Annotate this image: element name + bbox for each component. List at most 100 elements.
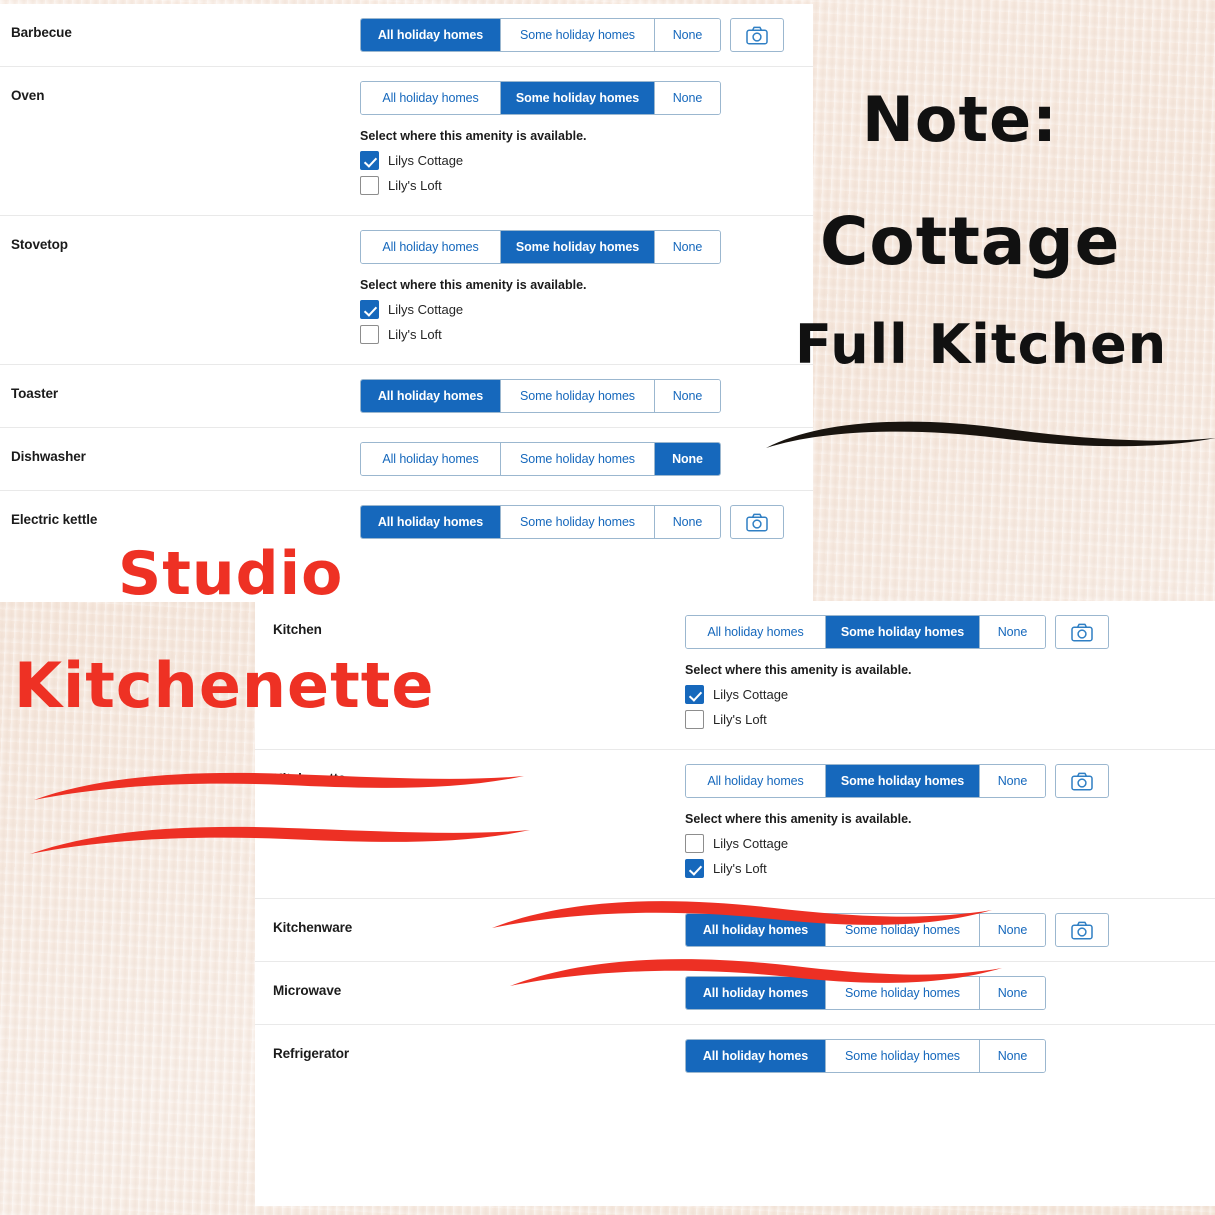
segment-option-some[interactable]: Some holiday homes xyxy=(501,443,655,475)
camera-icon xyxy=(746,26,768,45)
amenity-row-list-lower: Kitchen All holiday homes Some holiday hom… xyxy=(255,601,1215,1087)
segment-option-some[interactable]: Some holiday homes xyxy=(826,616,980,648)
amenity-label: Barbecue xyxy=(11,25,72,40)
checkbox-checked-icon[interactable] xyxy=(685,859,704,878)
amenity-row: Electric kettle All holiday homes Some hol… xyxy=(0,491,813,553)
segment-option-none[interactable]: None xyxy=(980,977,1045,1009)
property-checkbox-row[interactable]: Lilys Cottage xyxy=(685,834,1109,853)
amenity-row: Microwave All holiday homes Some holiday h… xyxy=(255,962,1215,1025)
segment-option-all[interactable]: All holiday homes xyxy=(686,914,826,946)
availability-segmented-control[interactable]: All holiday homes Some holiday homes None xyxy=(685,1039,1046,1073)
amenity-row-list-upper: Barbecue All holiday homes Some holiday ho… xyxy=(0,4,813,553)
checkbox-checked-icon[interactable] xyxy=(360,151,379,170)
availability-segmented-control[interactable]: All holiday homes Some holiday homes None xyxy=(685,764,1046,798)
property-checkbox-row[interactable]: Lily's Loft xyxy=(685,710,1109,729)
camera-icon-button[interactable] xyxy=(1055,615,1109,649)
property-checkbox-row[interactable]: Lilys Cottage xyxy=(360,151,721,170)
availability-segmented-control[interactable]: All holiday homes Some holiday homes None xyxy=(360,379,721,413)
segment-option-all[interactable]: All holiday homes xyxy=(686,1040,826,1072)
amenity-label: Microwave xyxy=(273,983,342,998)
camera-icon xyxy=(1071,921,1093,940)
segment-option-none[interactable]: None xyxy=(980,1040,1045,1072)
property-name-label: Lilys Cottage xyxy=(388,153,464,168)
amenity-row: Stovetop All holiday homes Some holiday ho… xyxy=(0,216,813,365)
segment-option-all[interactable]: All holiday homes xyxy=(361,506,501,538)
availability-segmented-control[interactable]: All holiday homes Some holiday homes None xyxy=(685,976,1046,1010)
availability-segmented-control[interactable]: All holiday homes Some holiday homes None xyxy=(360,230,721,264)
checkbox-unchecked-icon[interactable] xyxy=(360,325,379,344)
segment-option-all[interactable]: All holiday homes xyxy=(686,977,826,1009)
subpanel-title: Select where this amenity is available. xyxy=(360,129,587,143)
amenity-row: Kitchen All holiday homes Some holiday hom… xyxy=(255,601,1215,750)
availability-segmented-control[interactable]: All holiday homes Some holiday homes None xyxy=(685,615,1046,649)
segment-option-some[interactable]: Some holiday homes xyxy=(501,19,655,51)
camera-icon-button[interactable] xyxy=(1055,913,1109,947)
amenity-label: Refrigerator xyxy=(273,1046,350,1061)
subpanel-title: Select where this amenity is available. xyxy=(360,278,587,292)
availability-segmented-control[interactable]: All holiday homes Some holiday homes None xyxy=(360,18,721,52)
camera-icon-button[interactable] xyxy=(730,505,784,539)
property-name-label: Lilys Cottage xyxy=(713,687,789,702)
segment-option-some[interactable]: Some holiday homes xyxy=(826,914,980,946)
amenity-row: Refrigerator All holiday homes Some holida… xyxy=(255,1025,1215,1087)
checkbox-checked-icon[interactable] xyxy=(360,300,379,319)
segment-option-none[interactable]: None xyxy=(655,443,720,475)
camera-icon xyxy=(1071,772,1093,791)
segment-option-none[interactable]: None xyxy=(980,616,1045,648)
segment-option-none[interactable]: None xyxy=(655,231,720,263)
camera-icon xyxy=(1071,623,1093,642)
amenities-screenshot-upper: Barbecue All holiday homes Some holiday ho… xyxy=(0,4,813,602)
segment-option-none[interactable]: None xyxy=(655,82,720,114)
segment-option-all[interactable]: All holiday homes xyxy=(361,231,501,263)
segment-option-none[interactable]: None xyxy=(980,914,1045,946)
checkbox-checked-icon[interactable] xyxy=(685,685,704,704)
segment-option-none[interactable]: None xyxy=(655,19,720,51)
property-name-label: Lily's Loft xyxy=(388,178,442,193)
amenity-label: Toaster xyxy=(11,386,59,401)
property-checkbox-row[interactable]: Lily's Loft xyxy=(685,859,1109,878)
segment-option-some[interactable]: Some holiday homes xyxy=(826,1040,980,1072)
checkbox-unchecked-icon[interactable] xyxy=(685,834,704,853)
amenity-row: Barbecue All holiday homes Some holiday ho… xyxy=(0,4,813,67)
segment-option-all[interactable]: All holiday homes xyxy=(361,82,501,114)
segment-option-some[interactable]: Some holiday homes xyxy=(501,506,655,538)
availability-segmented-control[interactable]: All holiday homes Some holiday homes None xyxy=(360,442,721,476)
property-name-label: Lilys Cottage xyxy=(388,302,464,317)
amenity-label: Stovetop xyxy=(11,237,68,252)
segment-option-all[interactable]: All holiday homes xyxy=(686,765,826,797)
amenity-row: Toaster All holiday homes Some holiday hom… xyxy=(0,365,813,428)
camera-icon-button[interactable] xyxy=(730,18,784,52)
segment-option-none[interactable]: None xyxy=(655,380,720,412)
segment-option-all[interactable]: All holiday homes xyxy=(361,443,501,475)
amenity-label: Oven xyxy=(11,88,45,103)
segment-option-all[interactable]: All holiday homes xyxy=(361,19,501,51)
amenity-label: Kitchenette xyxy=(273,771,346,786)
property-name-label: Lily's Loft xyxy=(713,712,767,727)
segment-option-some[interactable]: Some holiday homes xyxy=(501,82,655,114)
property-name-label: Lily's Loft xyxy=(388,327,442,342)
camera-icon xyxy=(746,513,768,532)
amenity-label: Electric kettle xyxy=(11,512,98,527)
property-checkbox-row[interactable]: Lily's Loft xyxy=(360,176,721,195)
segment-option-none[interactable]: None xyxy=(655,506,720,538)
subpanel-title: Select where this amenity is available. xyxy=(685,812,912,826)
property-checkbox-row[interactable]: Lily's Loft xyxy=(360,325,721,344)
property-name-label: Lilys Cottage xyxy=(713,836,789,851)
segment-option-some[interactable]: Some holiday homes xyxy=(826,977,980,1009)
availability-segmented-control[interactable]: All holiday homes Some holiday homes None xyxy=(360,81,721,115)
segment-option-none[interactable]: None xyxy=(980,765,1045,797)
segment-option-some[interactable]: Some holiday homes xyxy=(501,380,655,412)
amenity-availability-subpanel: Select where this amenity is available. L… xyxy=(360,278,721,350)
availability-segmented-control[interactable]: All holiday homes Some holiday homes None xyxy=(685,913,1046,947)
amenity-row: Oven All holiday homes Some holiday homes N… xyxy=(0,67,813,216)
camera-icon-button[interactable] xyxy=(1055,764,1109,798)
segment-option-all[interactable]: All holiday homes xyxy=(361,380,501,412)
segment-option-some[interactable]: Some holiday homes xyxy=(501,231,655,263)
segment-option-all[interactable]: All holiday homes xyxy=(686,616,826,648)
availability-segmented-control[interactable]: All holiday homes Some holiday homes None xyxy=(360,505,721,539)
property-checkbox-row[interactable]: Lilys Cottage xyxy=(685,685,1109,704)
segment-option-some[interactable]: Some holiday homes xyxy=(826,765,980,797)
checkbox-unchecked-icon[interactable] xyxy=(360,176,379,195)
property-checkbox-row[interactable]: Lilys Cottage xyxy=(360,300,721,319)
checkbox-unchecked-icon[interactable] xyxy=(685,710,704,729)
